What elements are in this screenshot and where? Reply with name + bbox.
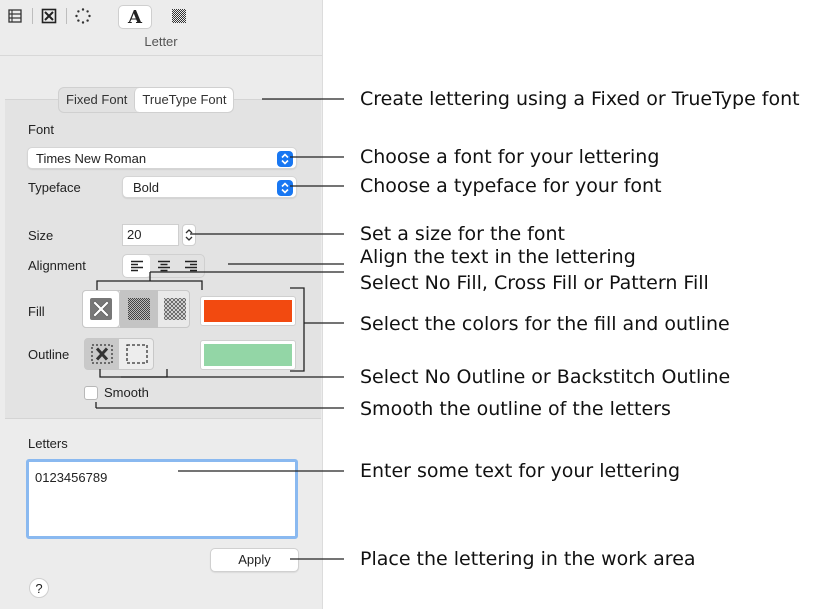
callout-smooth: Smooth the outline of the letters [360, 398, 671, 420]
callout-font-type: Create lettering using a Fixed or TrueTy… [360, 88, 800, 110]
callout-apply: Place the lettering in the work area [360, 548, 696, 570]
callout-outline-type: Select No Outline or Backstitch Outline [360, 366, 731, 388]
callout-typeface: Choose a typeface for your font [360, 175, 662, 197]
callout-alignment: Align the text in the lettering [360, 246, 636, 268]
callout-colors: Select the colors for the fill and outli… [360, 313, 730, 335]
callout-font: Choose a font for your lettering [360, 146, 660, 168]
callout-size: Set a size for the font [360, 223, 565, 245]
callout-letters: Enter some text for your lettering [360, 460, 681, 482]
callout-fill-type: Select No Fill, Cross Fill or Pattern Fi… [360, 272, 709, 294]
